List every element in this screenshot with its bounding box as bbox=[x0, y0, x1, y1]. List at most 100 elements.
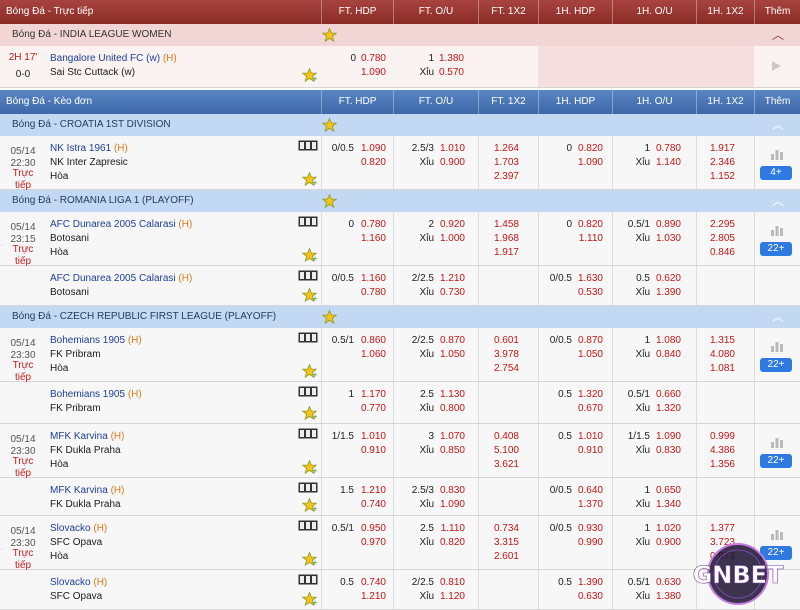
add-favorite-icon[interactable]: + bbox=[302, 288, 317, 302]
ft-ou-under-odds[interactable]: 1.090 bbox=[434, 498, 465, 512]
h1-ou-over-odds[interactable]: 0.660 bbox=[650, 388, 681, 402]
more-bets-button[interactable]: 22+ bbox=[760, 242, 792, 256]
home-team[interactable]: MFK Karvina (H) bbox=[50, 484, 124, 498]
ft-2-odds[interactable]: 2.754 bbox=[486, 362, 519, 376]
play-icon[interactable] bbox=[770, 60, 782, 72]
ft-ou-over-odds[interactable]: 1.110 bbox=[434, 522, 465, 536]
h1-hdp-home-odds[interactable]: 1.010 bbox=[572, 430, 603, 444]
col-1h-hdp[interactable]: 1H. HDP bbox=[538, 0, 612, 24]
ft-1-odds[interactable]: 0.601 bbox=[486, 334, 519, 348]
h1-2-odds[interactable]: 1.356 bbox=[702, 458, 735, 472]
col-ft-1x2[interactable]: FT. 1X2 bbox=[478, 90, 538, 114]
stats-chart-icon[interactable] bbox=[770, 148, 784, 160]
live-stream-icon[interactable] bbox=[298, 520, 318, 531]
col-1h-1x2[interactable]: 1H. 1X2 bbox=[696, 0, 754, 24]
h1-hdp-away-odds[interactable]: 0.990 bbox=[572, 536, 603, 550]
h1-hdp-away-odds[interactable]: 1.370 bbox=[572, 498, 603, 512]
ft-ou-over-odds[interactable]: 1.070 bbox=[434, 430, 465, 444]
h1-ou-over-odds[interactable]: 0.620 bbox=[650, 272, 681, 286]
h1-x-odds[interactable]: 2.346 bbox=[702, 156, 735, 170]
hdp-away-odds[interactable]: 1.090 bbox=[356, 66, 386, 80]
h1-hdp-home-odds[interactable]: 0.930 bbox=[572, 522, 603, 536]
ft-ou-under-odds[interactable]: 1.120 bbox=[434, 590, 465, 604]
h1-ou-over-odds[interactable]: 0.890 bbox=[650, 218, 681, 232]
h1-hdp-home-odds[interactable]: 0.820 bbox=[572, 218, 603, 232]
h1-1-odds[interactable]: 2.295 bbox=[702, 218, 735, 232]
home-team[interactable]: AFC Dunarea 2005 Calarasi (H) bbox=[50, 218, 192, 232]
ft-ou-over-odds[interactable]: 0.870 bbox=[434, 334, 465, 348]
live-stream-icon[interactable] bbox=[298, 386, 318, 397]
ou-over-odds[interactable]: 1.380 bbox=[434, 52, 464, 66]
ft-ou-under-odds[interactable]: 1.000 bbox=[434, 232, 465, 246]
live-stream-icon[interactable] bbox=[298, 574, 318, 585]
away-team[interactable]: NK Inter Zapresic bbox=[50, 156, 128, 170]
league-india[interactable]: Bóng Đá - INDIA LEAGUE WOMEN ︿ bbox=[0, 24, 800, 46]
h1-1-odds[interactable]: 1.917 bbox=[702, 142, 735, 156]
hdp-home-odds[interactable]: 0.780 bbox=[356, 52, 386, 66]
h1-hdp-away-odds[interactable]: 1.110 bbox=[572, 232, 603, 246]
ft-x-odds[interactable]: 3.978 bbox=[486, 348, 519, 362]
home-team[interactable]: Slovacko (H) bbox=[50, 522, 107, 536]
ft-hdp-home-odds[interactable]: 1.170 bbox=[355, 388, 386, 402]
h1-hdp-away-odds[interactable]: 0.530 bbox=[572, 286, 603, 300]
ft-hdp-away-odds[interactable]: 0.780 bbox=[355, 286, 386, 300]
ft-hdp-home-odds[interactable]: 1.210 bbox=[355, 484, 386, 498]
col-1h-1x2[interactable]: 1H. 1X2 bbox=[696, 90, 754, 114]
home-team[interactable]: Bohemians 1905 (H) bbox=[50, 334, 142, 348]
h1-ou-over-odds[interactable]: 0.650 bbox=[650, 484, 681, 498]
collapse-chevron-icon[interactable]: ︿ bbox=[772, 190, 784, 212]
h1-hdp-home-odds[interactable]: 0.820 bbox=[572, 142, 603, 156]
ft-x-odds[interactable]: 3.315 bbox=[486, 536, 519, 550]
col-ft-ou[interactable]: FT. O/U bbox=[393, 90, 478, 114]
ft-hdp-away-odds[interactable]: 0.820 bbox=[355, 156, 386, 170]
more-bets-button[interactable]: 22+ bbox=[760, 454, 792, 468]
ft-hdp-away-odds[interactable]: 0.770 bbox=[355, 402, 386, 416]
collapse-chevron-icon[interactable]: ︿ bbox=[772, 24, 784, 46]
favorite-star-icon[interactable] bbox=[322, 118, 337, 132]
h1-ou-under-odds[interactable]: 0.830 bbox=[650, 444, 681, 458]
h1-ou-over-odds[interactable]: 1.090 bbox=[650, 430, 681, 444]
col-more[interactable]: Thêm bbox=[754, 90, 800, 114]
ft-ou-over-odds[interactable]: 1.010 bbox=[434, 142, 465, 156]
more-bets-button[interactable]: 22+ bbox=[760, 358, 792, 372]
ft-x-odds[interactable]: 5.100 bbox=[486, 444, 519, 458]
add-favorite-icon[interactable]: + bbox=[302, 406, 317, 420]
h1-hdp-away-odds[interactable]: 1.050 bbox=[572, 348, 603, 362]
collapse-chevron-icon[interactable]: ︿ bbox=[772, 306, 784, 328]
ft-hdp-home-odds[interactable]: 1.010 bbox=[355, 430, 386, 444]
ft-hdp-home-odds[interactable]: 0.860 bbox=[355, 334, 386, 348]
h1-ou-under-odds[interactable]: 1.340 bbox=[650, 498, 681, 512]
col-more[interactable]: Thêm bbox=[754, 0, 800, 24]
live-stream-icon[interactable] bbox=[298, 140, 318, 151]
ft-hdp-home-odds[interactable]: 1.090 bbox=[355, 142, 386, 156]
add-favorite-icon[interactable]: + bbox=[302, 498, 317, 512]
h1-hdp-home-odds[interactable]: 1.630 bbox=[572, 272, 603, 286]
away-team[interactable]: FK Dukla Praha bbox=[50, 444, 121, 458]
ft-ou-over-odds[interactable]: 0.810 bbox=[434, 576, 465, 590]
live-stream-icon[interactable] bbox=[298, 332, 318, 343]
ft-hdp-home-odds[interactable]: 0.780 bbox=[355, 218, 386, 232]
ft-x-odds[interactable]: 1.703 bbox=[486, 156, 519, 170]
ft-1-odds[interactable]: 0.408 bbox=[486, 430, 519, 444]
league-czech[interactable]: Bóng Đá - CZECH REPUBLIC FIRST LEAGUE (P… bbox=[0, 306, 800, 328]
live-stream-icon[interactable] bbox=[298, 482, 318, 493]
col-ft-hdp[interactable]: FT. HDP bbox=[321, 90, 393, 114]
ft-ou-over-odds[interactable]: 1.210 bbox=[434, 272, 465, 286]
league-croatia[interactable]: Bóng Đá - CROATIA 1ST DIVISION ︿ bbox=[0, 114, 800, 136]
col-1h-hdp[interactable]: 1H. HDP bbox=[538, 90, 612, 114]
h1-2-odds[interactable]: 0.846 bbox=[702, 246, 735, 260]
ft-1-odds[interactable]: 1.458 bbox=[486, 218, 519, 232]
h1-hdp-away-odds[interactable]: 0.670 bbox=[572, 402, 603, 416]
h1-hdp-away-odds[interactable]: 0.630 bbox=[572, 590, 603, 604]
ft-ou-under-odds[interactable]: 0.900 bbox=[434, 156, 465, 170]
ft-hdp-away-odds[interactable]: 1.060 bbox=[355, 348, 386, 362]
home-team[interactable]: AFC Dunarea 2005 Calarasi (H) bbox=[50, 272, 192, 286]
away-team[interactable]: Sai Stc Cuttack (w) bbox=[50, 66, 135, 80]
add-favorite-icon[interactable]: + bbox=[302, 592, 317, 606]
ft-ou-under-odds[interactable]: 0.730 bbox=[434, 286, 465, 300]
col-1h-ou[interactable]: 1H. O/U bbox=[612, 0, 696, 24]
h1-2-odds[interactable]: 1.152 bbox=[702, 170, 735, 184]
h1-ou-under-odds[interactable]: 1.140 bbox=[650, 156, 681, 170]
collapse-chevron-icon[interactable]: ︿ bbox=[772, 114, 784, 136]
ft-hdp-home-odds[interactable]: 0.950 bbox=[355, 522, 386, 536]
